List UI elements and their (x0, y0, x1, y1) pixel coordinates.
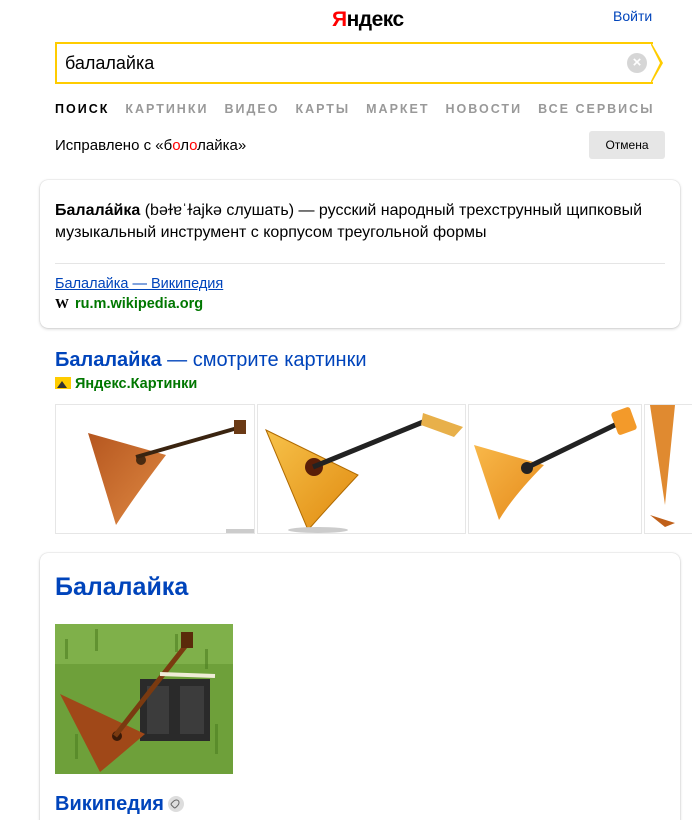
logo-letter: Я (332, 8, 347, 31)
tab-market[interactable]: маркет (366, 102, 429, 116)
image-thumbnail[interactable] (644, 404, 692, 534)
tab-video[interactable]: видео (224, 102, 279, 116)
divider (55, 263, 665, 264)
image-thumbnail[interactable] (257, 404, 466, 534)
balalaika-image (88, 420, 254, 533)
wikipedia-link[interactable]: Википедия (55, 793, 184, 816)
clear-icon[interactable]: × (627, 53, 647, 73)
search-form: × (55, 42, 667, 84)
wiki-heading[interactable]: Балалайка (55, 573, 188, 602)
wikipedia-icon: W (55, 297, 69, 312)
tab-all-services[interactable]: все сервисы (538, 102, 654, 116)
tab-images[interactable]: картинки (125, 102, 208, 116)
fact-text: Балала́йка (bəɫɐˈɫajkə слушать) — русски… (55, 200, 655, 244)
image-thumbnails (55, 404, 692, 534)
balalaika-image (474, 407, 637, 520)
page: Яндекс Войти × поиск картинки видео карт… (0, 0, 692, 820)
images-source[interactable]: Яндекс.Картинки (55, 376, 197, 392)
rocket-icon (167, 796, 184, 812)
logo-rest: ндекс (346, 8, 405, 31)
fact-card: Балала́йка (bəɫɐˈɫajkə слушать) — русски… (40, 180, 680, 328)
balalaika-photo (55, 624, 233, 774)
fact-source-title[interactable]: Балалайка — Википедия (55, 276, 223, 292)
image-thumbnail[interactable] (55, 404, 255, 534)
fact-definition: (bəɫɐˈɫajkə слушать) — русский народный … (55, 202, 642, 241)
tab-maps[interactable]: карты (295, 102, 350, 116)
fact-source-url[interactable]: W ru.m.wikipedia.org (55, 296, 203, 313)
tab-search[interactable]: поиск (55, 102, 109, 116)
yandex-logo[interactable]: Яндекс (332, 8, 404, 32)
fact-term: Балала́йка (55, 202, 141, 219)
yandex-images-icon (55, 377, 71, 389)
tab-news[interactable]: новости (446, 102, 523, 116)
wiki-photo[interactable] (55, 624, 233, 774)
wiki-card: Балалайка Википедия (40, 553, 680, 820)
search-input[interactable] (65, 51, 605, 75)
balalaika-image (265, 413, 463, 533)
spelling-correction: Исправлено с «бололайка» (55, 137, 247, 154)
balalaika-image (650, 405, 675, 527)
cancel-correction-button[interactable]: Отмена (589, 131, 665, 159)
nav-tabs: поиск картинки видео карты маркет новост… (55, 102, 670, 116)
images-block-title[interactable]: Балалайка — смотрите картинки (55, 349, 367, 372)
login-link[interactable]: Войти (613, 8, 652, 24)
image-thumbnail[interactable] (468, 404, 642, 534)
